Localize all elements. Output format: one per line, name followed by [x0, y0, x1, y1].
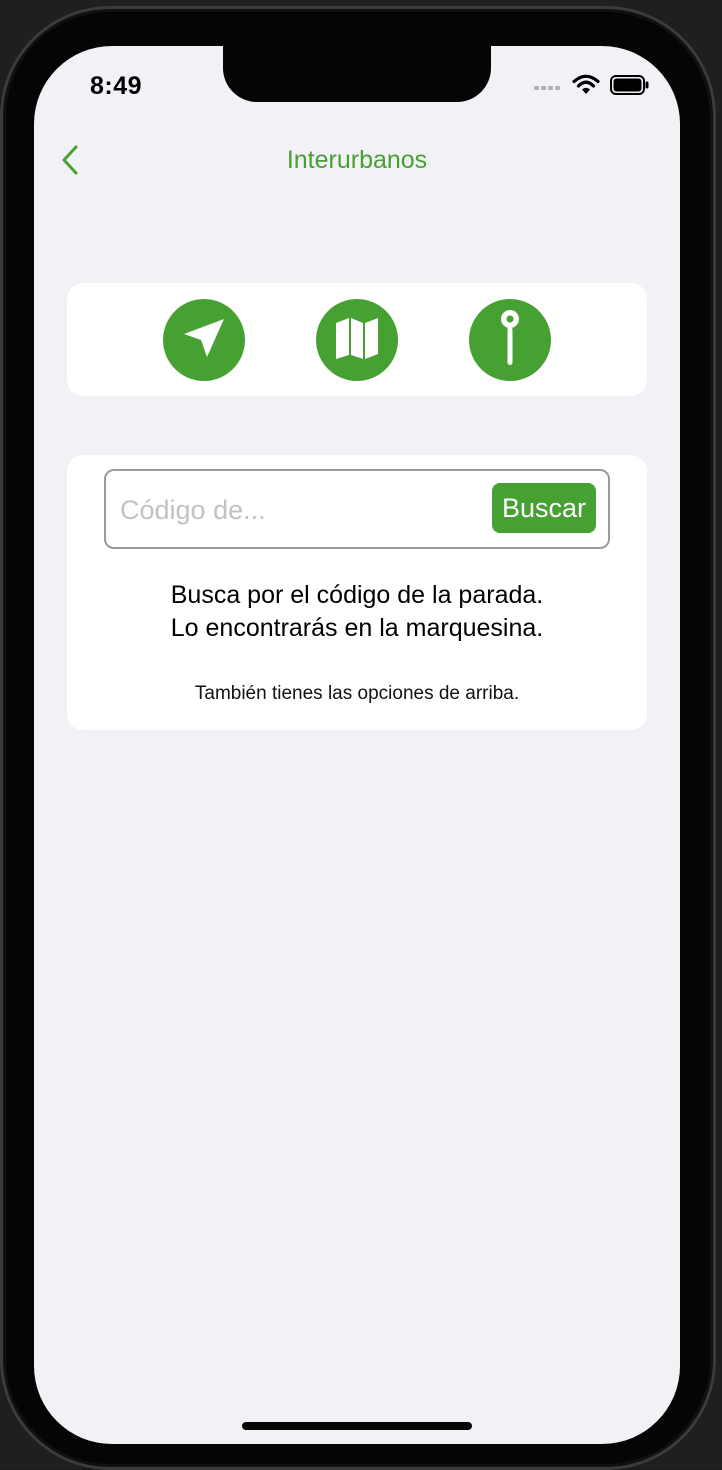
map-icon: [332, 315, 382, 366]
secondary-hint: También tienes las opciones de arriba.: [194, 683, 520, 704]
battery-icon: [610, 74, 650, 100]
phone-frame: 8:49 Interurbanos Código de... Buscar Bu…: [0, 6, 716, 1470]
search-button[interactable]: Buscar: [492, 483, 596, 533]
search-hint: Busca por el código de la parada. Lo enc…: [67, 579, 647, 645]
cellular-signal-icon: [534, 78, 562, 96]
wifi-icon: [572, 74, 600, 101]
home-indicator[interactable]: [242, 1422, 472, 1430]
pin-icon: [495, 307, 525, 374]
page-title: Interurbanos: [286, 146, 428, 174]
hint-line-2: Lo encontrarás en la marquesina.: [170, 614, 544, 642]
notch: [223, 46, 491, 102]
nearby-stops-button[interactable]: [163, 299, 245, 381]
search-options-card: [67, 283, 647, 396]
stop-code-input[interactable]: [118, 483, 482, 537]
location-arrow-icon: [180, 314, 228, 367]
search-box: Buscar: [104, 469, 610, 549]
map-button[interactable]: [316, 299, 398, 381]
status-time: 8:49: [90, 72, 143, 100]
status-icons: [534, 74, 650, 100]
app-screen: 8:49 Interurbanos Código de... Buscar Bu…: [34, 46, 680, 1444]
favorites-pin-button[interactable]: [469, 299, 551, 381]
stop-code-search-card: Buscar Busca por el código de la parada.…: [67, 455, 647, 730]
hint-line-1: Busca por el código de la parada.: [170, 581, 544, 609]
